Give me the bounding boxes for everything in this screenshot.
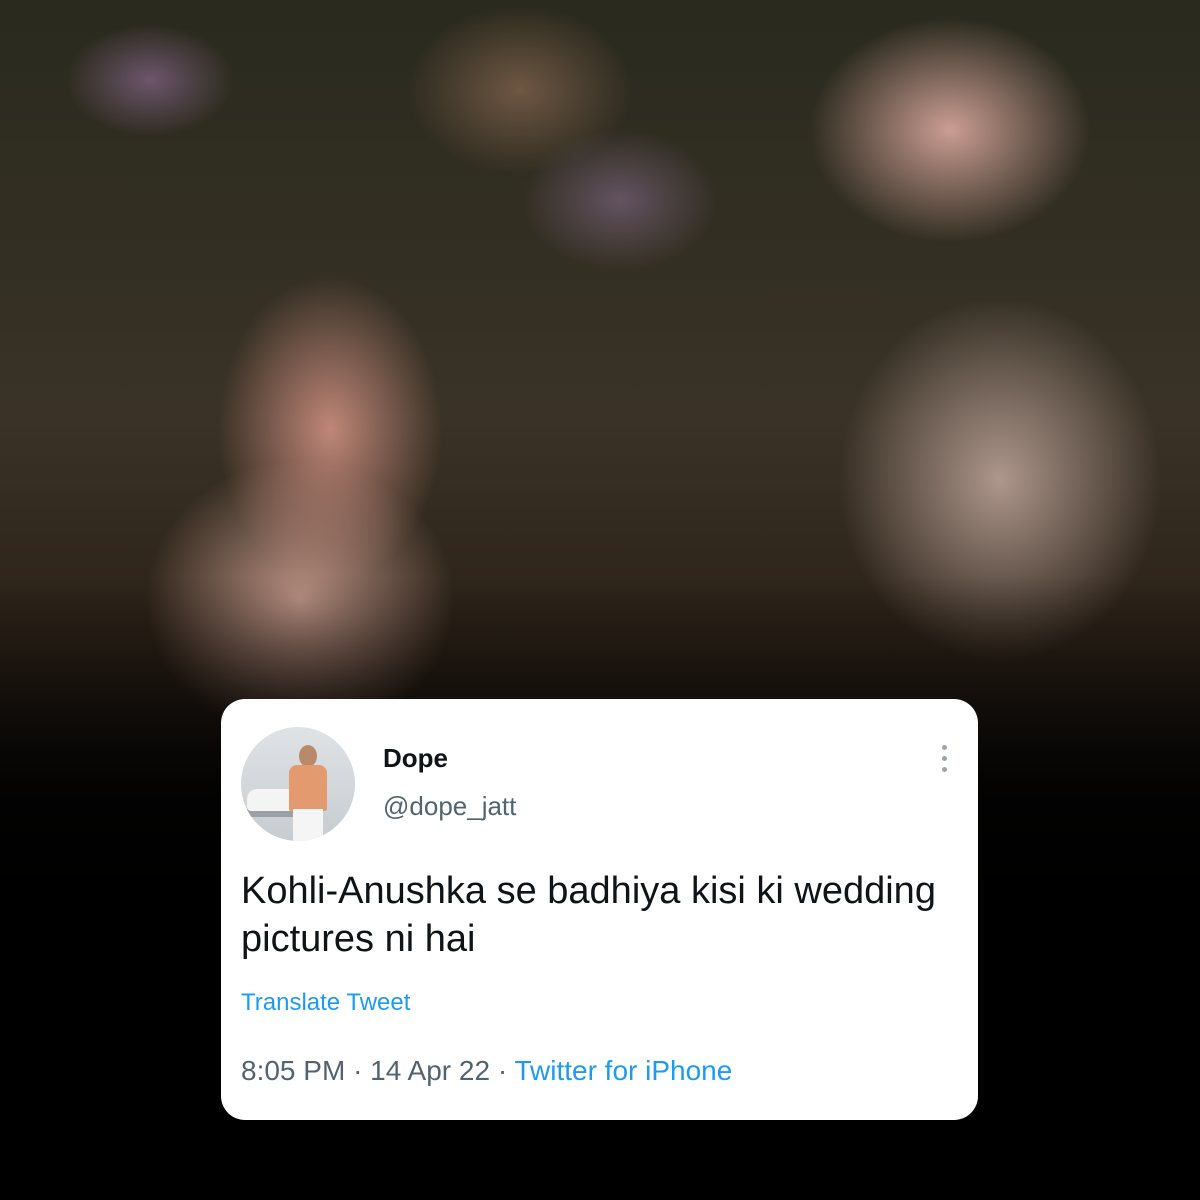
avatar-person-legs	[293, 809, 323, 841]
avatar-person-jacket	[289, 765, 327, 811]
tweet-time: 8:05 PM	[241, 1055, 346, 1086]
tweet-text: Kohli-Anushka se badhiya kisi ki wedding…	[241, 870, 936, 960]
tweet-card[interactable]: Dope @dope_jatt Kohli-Anushka se badhiya…	[221, 699, 978, 1120]
avatar-person-head	[299, 745, 317, 767]
meta-separator: ·	[353, 1055, 363, 1086]
more-vertical-icon[interactable]	[939, 741, 949, 777]
tweet-date: 14 Apr 22	[370, 1055, 491, 1086]
tweet-meta: 8:05 PM · 14 Apr 22 · Twitter for iPhone	[241, 1055, 732, 1087]
display-name[interactable]: Dope	[383, 743, 448, 774]
translate-tweet-link[interactable]: Translate Tweet	[241, 989, 410, 1017]
tweet-source-link[interactable]: Twitter for iPhone	[514, 1055, 732, 1086]
user-handle[interactable]: @dope_jatt	[383, 791, 516, 822]
avatar[interactable]	[241, 727, 355, 841]
meta-separator: ·	[497, 1055, 508, 1086]
